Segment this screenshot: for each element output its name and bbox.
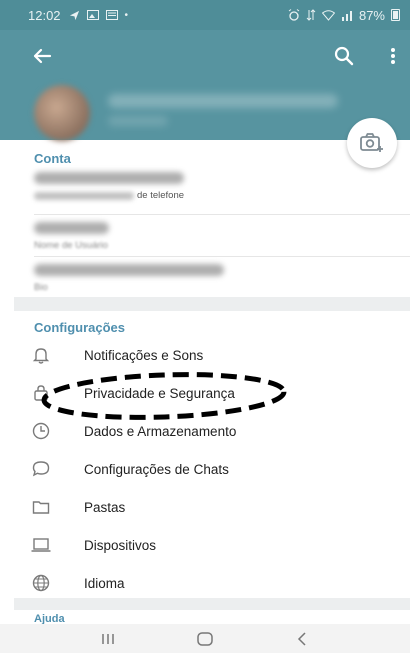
username-caption: Nome de Usuário [34,240,364,251]
change-photo-button[interactable] [347,118,397,168]
bio-caption-text: Bio [34,282,48,293]
section-separator [14,598,410,610]
clock-icon [28,418,54,444]
menu-item-label: Privacidade e Segurança [84,385,235,401]
menu-item-label: Dados e Armazenamento [84,423,237,439]
signal-icon [341,10,352,21]
lock-icon [28,380,54,406]
back-arrow-icon[interactable] [30,44,54,68]
menu-item-label: Pastas [84,499,126,515]
profile-status-redacted [108,116,168,126]
bio-row[interactable]: Bio [34,264,364,293]
battery-icon [391,9,400,21]
account-section-title: Conta [34,151,71,166]
battery-percent: 87% [358,7,385,23]
username-row[interactable]: Nome de Usuário [34,222,364,251]
profile-header [0,30,410,141]
avatar[interactable] [34,85,90,141]
bio-value-redacted [34,264,224,276]
chat-bubble-icon [28,456,54,482]
bell-icon [28,342,54,368]
status-bar: 12:02 • 87% [0,0,410,30]
back-button[interactable] [287,629,317,649]
username-value-redacted [34,222,109,234]
section-separator [14,297,410,311]
menu-item-notifications[interactable]: Notificações e Sons [28,336,410,374]
navigation-arrow-icon [69,10,79,20]
menu-item-folders[interactable]: Pastas [28,488,410,526]
camera-add-icon [360,133,383,152]
image-icon [86,10,99,20]
phone-caption-text: de telefone [137,190,185,201]
profile-name-redacted [108,94,338,108]
home-icon [197,631,213,646]
menu-item-chat-settings[interactable]: Configurações de Chats [28,450,410,488]
message-icon [105,10,118,20]
globe-icon [28,570,54,596]
laptop-icon [28,532,54,558]
system-navigation-bar [0,624,410,653]
bio-caption: Bio [34,282,364,293]
folder-icon [28,494,54,520]
phone-caption: de telefone [34,190,364,201]
menu-item-language[interactable]: Idioma [28,564,410,602]
help-section-title: Ajuda [34,613,65,624]
system-icons: 87% [288,8,400,23]
menu-item-label: Notificações e Sons [84,347,204,363]
wifi-icon [321,9,335,21]
recent-apps-icon [102,633,115,644]
phone-row[interactable]: de telefone [34,172,364,201]
divider [34,256,410,257]
divider [34,214,410,215]
menu-item-label: Idioma [84,575,125,591]
settings-section-title: Configurações [34,320,126,335]
search-icon[interactable] [333,45,355,67]
more-vertical-icon[interactable] [383,46,403,66]
alarm-icon [288,9,300,21]
dot-icon: • [124,9,129,21]
menu-item-devices[interactable]: Dispositivos [28,526,410,564]
home-button[interactable] [190,629,220,649]
back-chevron-icon [297,631,306,646]
notification-icons: • [69,9,129,21]
menu-item-label: Dispositivos [84,537,157,553]
phone-caption-redacted [34,191,134,200]
status-time: 12:02 [28,7,61,23]
phone-value-redacted [34,172,184,184]
data-icon [306,9,316,21]
username-caption-text: Nome de Usuário [34,240,108,251]
menu-item-data-storage[interactable]: Dados e Armazenamento [28,412,410,450]
menu-item-label: Configurações de Chats [84,461,229,477]
menu-item-privacy[interactable]: Privacidade e Segurança [28,374,410,412]
recent-apps-button[interactable] [93,629,123,649]
